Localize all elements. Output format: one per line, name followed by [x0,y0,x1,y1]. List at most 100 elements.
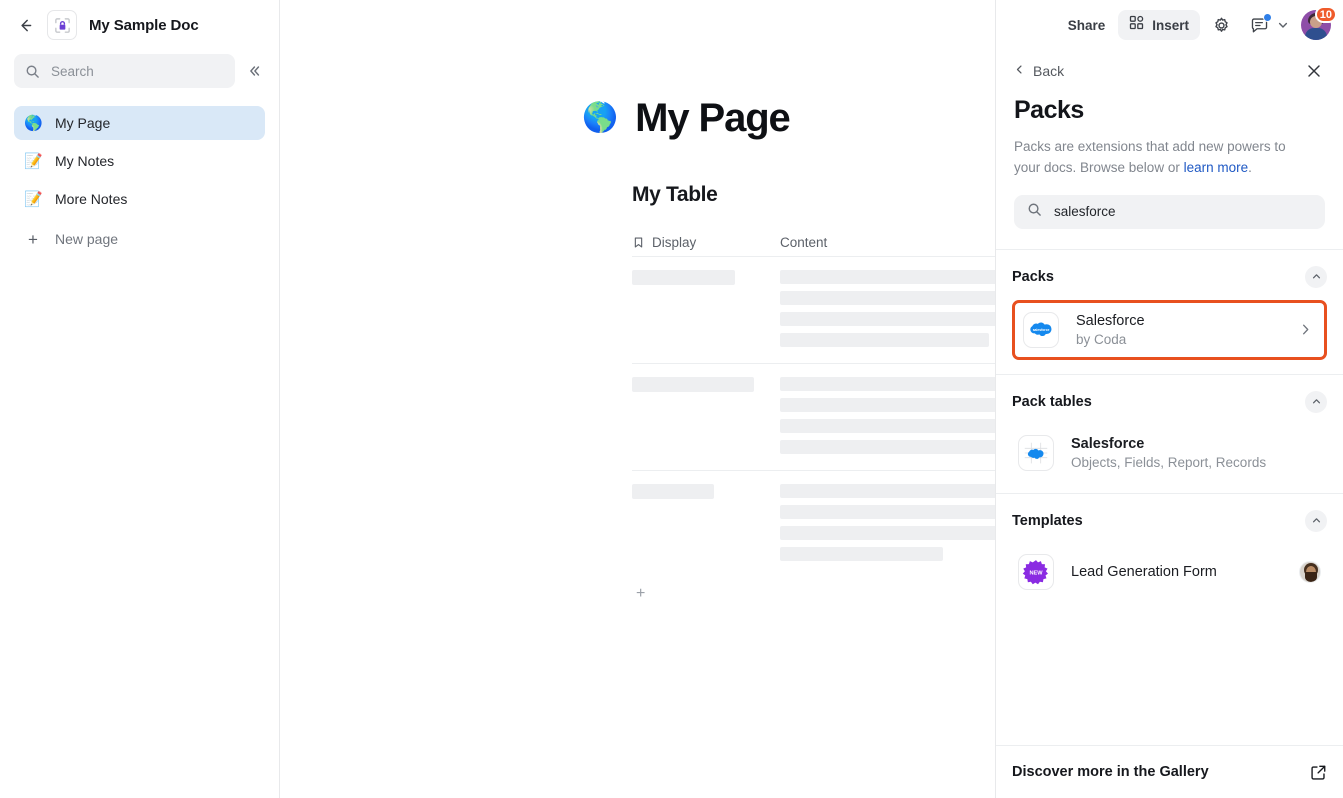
locked-doc-icon[interactable] [47,10,77,40]
notification-dot [1263,13,1272,22]
insert-label: Insert [1152,18,1189,33]
chevron-up-icon[interactable] [1305,266,1327,288]
insert-button[interactable]: Insert [1118,10,1200,40]
sidebar-item-label: More Notes [55,191,127,207]
cell-content[interactable] [780,484,995,561]
sidebar-item-my-page[interactable]: 🌎 My Page [14,106,265,140]
avatar[interactable]: 10 [1301,10,1331,40]
skeleton-bar [632,484,714,499]
table-row[interactable]: / / [632,470,995,577]
pack-name: Salesforce [1076,313,1299,329]
template-lead-generation-form[interactable]: NEW Lead Generation Form [1012,546,1327,598]
column-header-label: Display [652,235,696,250]
pack-table-subtitle: Objects, Fields, Report, Records [1071,455,1321,470]
packs-search-input[interactable]: salesforce [1014,195,1325,229]
section-templates: Templates NEW Lead [996,493,1343,612]
skeleton-bar [780,398,995,412]
new-page-label: New page [55,231,118,247]
cell-content[interactable] [780,377,995,454]
search-icon [25,64,40,79]
cell-display[interactable] [632,270,780,347]
plus-icon: + [636,586,645,602]
external-link-icon [1310,764,1327,781]
table-title[interactable]: My Table [632,183,940,207]
salesforce-cloud-icon: salesforce [1023,312,1059,348]
page-list: 🌎 My Page 📝 My Notes 📝 More Notes + New … [0,106,279,256]
new-page-button[interactable]: + New page [14,222,265,256]
table-row[interactable]: / / [632,256,995,363]
notification-badge[interactable]: 10 [1315,6,1337,23]
search-input[interactable]: Search [14,54,235,88]
back-arrow-icon[interactable] [12,12,38,38]
page-header: 🌎 My Page [280,96,995,141]
template-name: Lead Generation Form [1071,564,1299,580]
skeleton-bar [632,377,754,392]
new-starburst-icon: NEW [1018,554,1054,590]
pack-author: by Coda [1076,332,1299,347]
column-header-display[interactable]: Display [632,235,780,250]
globe-icon: 🌎 [24,116,42,131]
sidebar-item-label: My Page [55,115,110,131]
cell-content[interactable] [780,270,995,347]
panel-sections: Packs salesforce Sa [996,249,1343,745]
sidebar-item-label: My Notes [55,153,114,169]
collapse-sidebar-icon[interactable] [241,58,267,84]
comment-icon[interactable] [1244,10,1274,40]
doc-title[interactable]: My Sample Doc [89,17,199,34]
left-sidebar: My Sample Doc Search [0,0,280,798]
skeleton-bar [780,505,995,519]
skeleton-bar [780,333,989,347]
section-header: Templates [1012,510,1327,532]
packs-search-value: salesforce [1054,204,1116,219]
document-canvas: 🌎 My Page My Table Display [280,0,995,798]
packs-panel: Share Insert [995,0,1343,798]
cell-display[interactable] [632,484,780,561]
skeleton-bar [780,419,995,433]
chevron-down-icon[interactable] [1275,19,1291,31]
page-emoji-icon[interactable]: 🌎 [582,104,618,133]
notes-icon: 📝 [24,154,42,169]
author-avatar[interactable] [1299,561,1321,583]
document-body: 🌎 My Page My Table Display [280,0,995,611]
panel-back-button[interactable]: Back [1012,58,1068,84]
pack-table-salesforce[interactable]: Salesforce Objects, Fields, Report, Reco… [1012,427,1327,479]
skeleton-bar [780,440,995,454]
plus-icon: + [24,231,42,248]
pack-result-text: Salesforce by Coda [1076,313,1299,347]
panel-description: Packs are extensions that add new powers… [1014,137,1304,179]
pack-result-salesforce[interactable]: salesforce Salesforce by Coda [1012,300,1327,360]
top-toolbar: Share Insert [996,0,1343,50]
grid-apps-icon [1129,15,1144,35]
table-row[interactable]: / / [632,363,995,470]
share-button[interactable]: Share [1059,12,1115,39]
gear-icon[interactable] [1206,10,1236,40]
pack-table-name: Salesforce [1071,436,1321,452]
chevron-up-icon[interactable] [1305,391,1327,413]
column-header-content[interactable]: Content [780,235,995,250]
page-title[interactable]: My Page [635,96,790,141]
section-header: Pack tables [1012,391,1327,413]
template-text: Lead Generation Form [1071,564,1299,580]
chevron-right-icon[interactable] [1299,323,1316,336]
sidebar-search-row: Search [0,50,279,88]
learn-more-link[interactable]: learn more [1184,160,1249,175]
section-title: Pack tables [1012,394,1092,410]
avatar-body [1305,28,1327,40]
svg-text:NEW: NEW [1029,570,1043,576]
column-header-label: Content [780,235,827,250]
skeleton-bar [780,526,995,540]
add-row-button[interactable]: + [632,577,995,611]
chevron-left-icon [1014,62,1025,80]
section-title: Packs [1012,269,1054,285]
discover-gallery-button[interactable]: Discover more in the Gallery [996,745,1343,798]
sidebar-item-more-notes[interactable]: 📝 More Notes [14,182,265,216]
panel-description-suffix: . [1248,160,1252,175]
section-pack-tables: Pack tables [996,374,1343,493]
sidebar-item-my-notes[interactable]: 📝 My Notes [14,144,265,178]
skeleton-bar [780,270,995,284]
panel-title: Packs [1014,96,1325,125]
table-section: My Table Display Content [280,183,995,611]
chevron-up-icon[interactable] [1305,510,1327,532]
close-icon[interactable] [1301,58,1327,84]
cell-display[interactable] [632,377,780,454]
